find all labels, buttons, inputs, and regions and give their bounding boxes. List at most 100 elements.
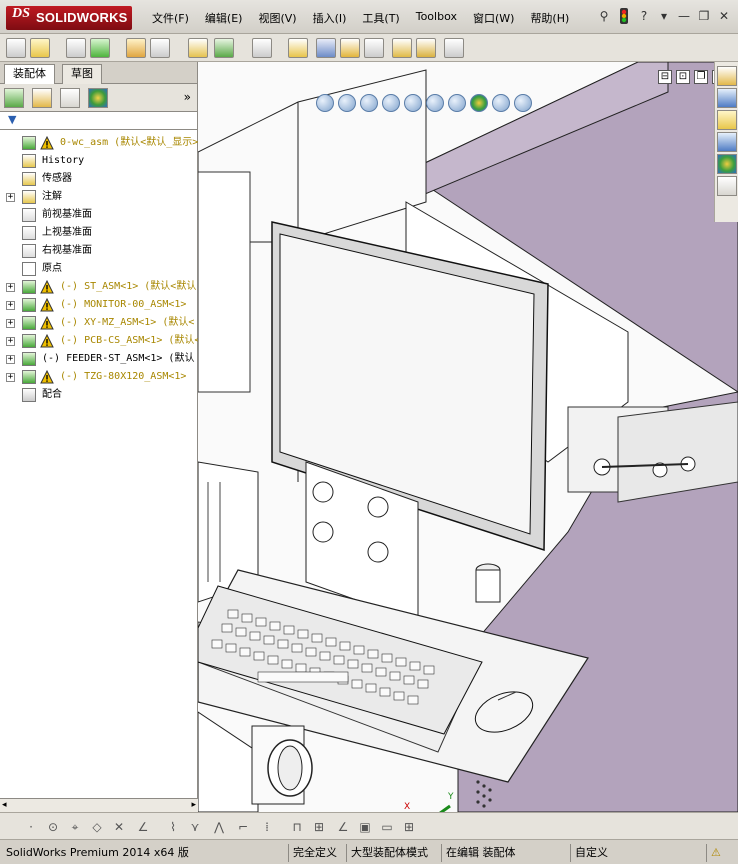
menu-help[interactable]: 帮助(H) bbox=[522, 10, 577, 26]
edit-appearance-icon[interactable] bbox=[470, 94, 488, 112]
tree-row[interactable]: 右视基准面 bbox=[0, 242, 198, 260]
tab-sketch[interactable]: 草图 bbox=[62, 64, 102, 84]
custom-properties-icon[interactable] bbox=[717, 176, 737, 196]
menu-window[interactable]: 窗口(W) bbox=[465, 10, 522, 26]
tree-row[interactable]: + (-) ST_ASM<1> (默认<默认 bbox=[0, 278, 198, 296]
mate-icon[interactable] bbox=[214, 38, 234, 58]
appearances-scenes-icon[interactable] bbox=[717, 154, 737, 174]
properties-icon[interactable] bbox=[444, 38, 464, 58]
solidworks-resources-icon[interactable] bbox=[717, 66, 737, 86]
measure-icon[interactable] bbox=[392, 38, 412, 58]
tile-horizontal-icon[interactable]: ⊟ bbox=[658, 70, 672, 84]
sketch-tool-icon[interactable]: ✕ bbox=[110, 818, 128, 836]
tree-row[interactable]: 前视基准面 bbox=[0, 206, 198, 224]
file-explorer-icon[interactable] bbox=[717, 110, 737, 130]
zoom-to-fit-icon[interactable] bbox=[316, 94, 334, 112]
apply-scene-icon[interactable] bbox=[492, 94, 510, 112]
sketch-tool-icon[interactable]: ◇ bbox=[88, 818, 106, 836]
rotate-component-icon[interactable] bbox=[364, 38, 384, 58]
property-manager-icon[interactable] bbox=[32, 88, 52, 108]
tree-row[interactable]: + (-) XY-MZ_ASM<1> (默认< bbox=[0, 314, 198, 332]
sketch-tool-icon[interactable]: ∠ bbox=[134, 818, 152, 836]
more-panels-icon[interactable]: » bbox=[184, 90, 191, 104]
sketch-tool-icon[interactable]: ⌇ bbox=[164, 818, 182, 836]
tree-row[interactable]: + (-) TZG-80X120_ASM<1> bbox=[0, 368, 198, 386]
restore-button[interactable]: ❐ bbox=[696, 8, 712, 24]
tree-row[interactable]: 配合 bbox=[0, 386, 198, 404]
menu-view[interactable]: 视图(V) bbox=[250, 10, 304, 26]
pin-icon[interactable]: ⚲ bbox=[596, 8, 612, 24]
solidworks-logo[interactable]: DS SOLIDWORKS bbox=[6, 6, 132, 30]
scroll-left-icon[interactable]: ◂ bbox=[2, 800, 7, 810]
panel-horizontal-scrollbar[interactable]: ◂ ▸ bbox=[0, 798, 198, 812]
filter-icon[interactable]: ▼ bbox=[8, 113, 16, 126]
rebuild-icon[interactable] bbox=[150, 38, 170, 58]
sketch-tool-icon[interactable]: ▣ bbox=[356, 818, 374, 836]
tree-row[interactable]: + 注解 bbox=[0, 188, 198, 206]
help-dropdown-icon[interactable]: ▾ bbox=[656, 8, 672, 24]
view-orientation-icon[interactable] bbox=[404, 94, 422, 112]
sketch-tool-icon[interactable]: ⊞ bbox=[310, 818, 328, 836]
sketch-tool-icon[interactable]: ∠ bbox=[334, 818, 352, 836]
hide-show-items-icon[interactable] bbox=[448, 94, 466, 112]
sketch-tool-icon[interactable]: ⌐ bbox=[234, 818, 252, 836]
feature-tree-icon[interactable] bbox=[4, 88, 24, 108]
tree-row[interactable]: 上视基准面 bbox=[0, 224, 198, 242]
appearance-manager-icon[interactable] bbox=[88, 88, 108, 108]
previous-view-icon[interactable] bbox=[360, 94, 378, 112]
move-component-icon[interactable] bbox=[340, 38, 360, 58]
sketch-tool-icon[interactable]: ⁞ bbox=[258, 818, 276, 836]
expand-toggle-icon[interactable]: + bbox=[6, 337, 15, 346]
display-style-icon[interactable] bbox=[426, 94, 444, 112]
graphics-viewport[interactable]: ⊟ ⊡ ❐ ✕ X Y Z bbox=[198, 62, 738, 812]
attach-paperclip-icon[interactable] bbox=[66, 38, 86, 58]
menu-edit[interactable]: 编辑(E) bbox=[197, 10, 251, 26]
tree-row[interactable]: History bbox=[0, 152, 198, 170]
sketch-tool-icon[interactable]: ⊓ bbox=[288, 818, 306, 836]
view-settings-icon[interactable] bbox=[514, 94, 532, 112]
sketch-tool-icon[interactable]: ⌖ bbox=[66, 818, 84, 836]
status-warning-icon[interactable]: ⚠ bbox=[706, 844, 725, 862]
scroll-right-icon[interactable]: ▸ bbox=[191, 800, 196, 810]
tree-row[interactable]: 传感器 bbox=[0, 170, 198, 188]
sketch-tool-icon[interactable]: ⊙ bbox=[44, 818, 62, 836]
menu-file[interactable]: 文件(F) bbox=[144, 10, 197, 26]
tab-assembly[interactable]: 装配体 bbox=[4, 64, 55, 84]
sketch-tool-icon[interactable]: ⊞ bbox=[400, 818, 418, 836]
tree-row[interactable]: 原点 bbox=[0, 260, 198, 278]
expand-toggle-icon[interactable]: + bbox=[6, 301, 15, 310]
tree-row[interactable]: + (-) MONITOR-00_ASM<1> bbox=[0, 296, 198, 314]
explode-view-icon[interactable] bbox=[316, 38, 336, 58]
expand-toggle-icon[interactable]: + bbox=[6, 193, 15, 202]
tree-row[interactable]: + (-) FEEDER-ST_ASM<1> (默认 bbox=[0, 350, 198, 368]
expand-toggle-icon[interactable]: + bbox=[6, 283, 15, 292]
minimize-button[interactable]: — bbox=[676, 8, 692, 24]
sketch-tool-icon[interactable]: · bbox=[22, 818, 40, 836]
insert-component-icon[interactable] bbox=[188, 38, 208, 58]
expand-toggle-icon[interactable]: + bbox=[6, 373, 15, 382]
section-view-icon[interactable] bbox=[382, 94, 400, 112]
expand-toggle-icon[interactable]: + bbox=[6, 319, 15, 328]
tree-row[interactable]: + (-) PCB-CS_ASM<1> (默认< bbox=[0, 332, 198, 350]
open-folder-icon[interactable] bbox=[30, 38, 50, 58]
close-button[interactable]: ✕ bbox=[716, 8, 732, 24]
menu-insert[interactable]: 插入(I) bbox=[305, 10, 355, 26]
design-library-icon[interactable] bbox=[717, 88, 737, 108]
menu-toolbox[interactable]: Toolbox bbox=[408, 10, 465, 26]
maximize-view-icon[interactable]: ❐ bbox=[694, 70, 708, 84]
sketch-tool-icon[interactable]: ⋎ bbox=[186, 818, 204, 836]
expand-toggle-icon[interactable]: + bbox=[6, 355, 15, 364]
component-icon[interactable] bbox=[90, 38, 110, 58]
tree-row[interactable]: 0-wc_asm (默认<默认_显示> bbox=[0, 134, 198, 152]
view-palette-icon[interactable] bbox=[717, 132, 737, 152]
options-gear-icon[interactable] bbox=[288, 38, 308, 58]
sketch-tool-icon[interactable]: ⋀ bbox=[210, 818, 228, 836]
status-custom[interactable]: 自定义 bbox=[570, 844, 612, 862]
zoom-to-area-icon[interactable] bbox=[338, 94, 356, 112]
sketch-tool-icon[interactable]: ▭ bbox=[378, 818, 396, 836]
assembly-icon[interactable] bbox=[126, 38, 146, 58]
traffic-light-icon[interactable] bbox=[616, 8, 632, 24]
tile-vertical-icon[interactable]: ⊡ bbox=[676, 70, 690, 84]
configuration-manager-icon[interactable] bbox=[60, 88, 80, 108]
smart-fastener-icon[interactable] bbox=[252, 38, 272, 58]
